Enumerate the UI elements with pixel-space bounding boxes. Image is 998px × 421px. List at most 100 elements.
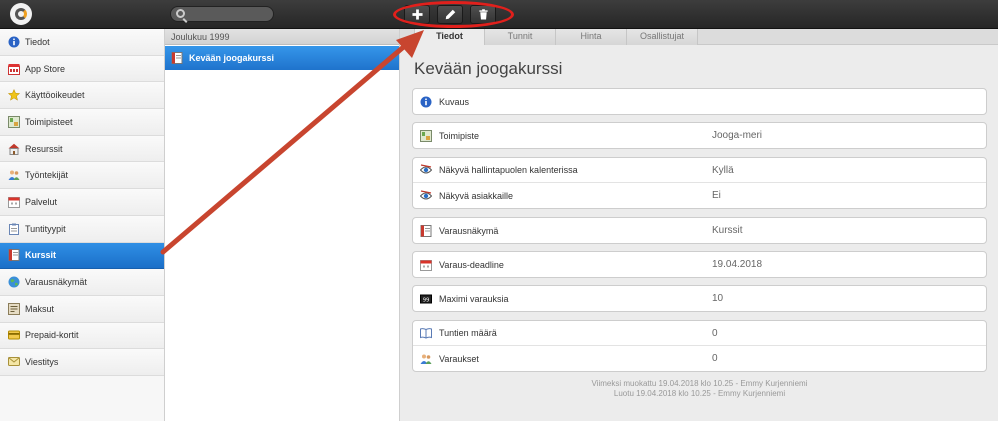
- created-text: Luotu 19.04.2018 klo 10.25 - Emmy Kurjen…: [613, 389, 786, 398]
- people-icon: [420, 353, 432, 365]
- detail-panel: Tiedot Tunnit Hinta Osallistujat Kevään …: [400, 29, 998, 421]
- sidebar-item-app-store[interactable]: App Store: [0, 55, 164, 83]
- detail-row-label: Näkyvä asiakkaille: [439, 190, 514, 201]
- calendar-icon: [8, 196, 20, 208]
- location-icon: [420, 129, 432, 142]
- tab-tiedot[interactable]: Tiedot: [414, 29, 485, 45]
- sidebar-item-label: App Store: [25, 63, 66, 74]
- detail-group: Kuvaus: [412, 88, 987, 115]
- plus-icon: [411, 9, 423, 20]
- detail-group: Tuntien määrä 0 Varaukset 0: [412, 320, 987, 372]
- sidebar-item-label: Työntekijät: [25, 170, 69, 181]
- edit-button[interactable]: [437, 5, 463, 24]
- detail-row-value: Jooga-meri: [712, 130, 763, 141]
- location-icon: [8, 115, 20, 128]
- sidebar-item-label: Tiedot: [25, 36, 50, 47]
- detail-row-label: Näkyvä hallintapuolen kalenterissa: [439, 165, 578, 175]
- sidebar-item-prepaid-kortit[interactable]: Prepaid-kortit: [0, 322, 164, 350]
- tab-bar: Tiedot Tunnit Hinta Osallistujat: [400, 29, 998, 45]
- trash-icon: [478, 9, 488, 20]
- sidebar-item-label: Viestitys: [25, 357, 59, 368]
- detail-row-value: 19.04.2018: [712, 259, 763, 270]
- counter-icon: 99: [420, 293, 432, 305]
- sidebar-item-varausnäkymät[interactable]: Varausnäkymät: [0, 269, 164, 296]
- sidebar-item-käyttöoikeudet[interactable]: Käyttöoikeudet: [0, 82, 164, 110]
- tab-tunnit[interactable]: Tunnit: [485, 29, 556, 45]
- detail-row-value: Kurssit: [712, 225, 743, 236]
- page-title: Kevään joogakurssi: [414, 59, 563, 78]
- sidebar-item-työntekijät[interactable]: Työntekijät: [0, 162, 164, 190]
- sidebar-item-label: Resurssit: [25, 143, 63, 154]
- info-icon: [420, 96, 432, 108]
- list-item-course[interactable]: Kevään joogakurssi: [165, 46, 399, 70]
- calendar-icon: [420, 259, 432, 271]
- detail-row-value: 0: [712, 353, 718, 364]
- detail-row[interactable]: Varausnäkymä Kurssit: [413, 218, 986, 243]
- detail-row[interactable]: Näkyvä hallintapuolen kalenterissa Kyllä: [413, 158, 986, 183]
- detail-group: Varausnäkymä Kurssit: [412, 217, 987, 244]
- detail-group: Näkyvä hallintapuolen kalenterissa Kyllä N…: [412, 157, 987, 209]
- invoice-icon: [8, 302, 20, 315]
- eye-icon: [420, 189, 432, 202]
- detail-row-label: Tuntien määrä: [439, 328, 497, 338]
- sidebar-item-maksut[interactable]: Maksut: [0, 295, 164, 323]
- sidebar-item-resurssit[interactable]: Resurssit: [0, 135, 164, 163]
- globe-icon: [8, 276, 20, 288]
- sidebar-item-palvelut[interactable]: Palvelut: [0, 189, 164, 216]
- star-icon: [8, 89, 20, 101]
- sidebar-item-viestitys[interactable]: Viestitys: [0, 349, 164, 376]
- tab-hinta[interactable]: Hinta: [556, 29, 627, 45]
- sidebar-item-label: Maksut: [25, 303, 55, 314]
- message-icon: [8, 356, 20, 368]
- detail-row-label: Varaus-deadline: [439, 259, 504, 270]
- sidebar-item-label: Kurssit: [25, 250, 57, 261]
- svg-text:99: 99: [423, 297, 430, 303]
- sidebar-item-toimipisteet[interactable]: Toimipisteet: [0, 109, 164, 136]
- book-icon: [8, 249, 20, 262]
- house-icon: [8, 143, 20, 155]
- detail-group: 99 Maximi varauksia 10: [412, 285, 987, 312]
- detail-group: Toimipiste Jooga-meri: [412, 122, 987, 149]
- detail-row[interactable]: Varaus-deadline 19.04.2018: [413, 252, 986, 277]
- sidebar: Tiedot App Store Käyttöoikeudet Toimipistee…: [0, 29, 165, 421]
- sidebar-item-kurssit[interactable]: Kurssit: [0, 242, 164, 270]
- detail-row[interactable]: Varaukset 0: [413, 346, 986, 371]
- sidebar-item-label: Tuntityypit: [25, 223, 66, 234]
- detail-row-label: Maximi varauksia: [439, 293, 509, 304]
- add-button[interactable]: [404, 5, 430, 24]
- clipboard-icon: [8, 223, 20, 235]
- detail-row[interactable]: Toimipiste Jooga-meri: [413, 123, 986, 148]
- audit-footer: Viimeksi muokattu 19.04.2018 klo 10.25 -…: [412, 379, 987, 399]
- sidebar-item-tuntityypit[interactable]: Tuntityypit: [0, 215, 164, 243]
- logo-mark: [15, 8, 27, 20]
- app-logo[interactable]: [10, 3, 32, 25]
- detail-row[interactable]: 99 Maximi varauksia 10: [413, 286, 986, 311]
- tab-osallistujat[interactable]: Osallistujat: [627, 29, 698, 45]
- store-icon: [8, 63, 20, 75]
- sidebar-item-label: Palvelut: [25, 196, 58, 207]
- course-list: Joulukuu 1999 Kevään joogakurssi: [165, 29, 400, 421]
- detail-row[interactable]: Tuntien määrä 0: [413, 321, 986, 346]
- detail-row-label: Varausnäkymä: [439, 225, 499, 236]
- detail-row[interactable]: Kuvaus: [413, 89, 986, 114]
- detail-row-label: Kuvaus: [439, 96, 470, 107]
- list-header: Joulukuu 1999: [165, 29, 399, 45]
- modified-text: Viimeksi muokattu 19.04.2018 klo 10.25 -…: [591, 379, 808, 388]
- detail-row-label: Varaukset: [439, 353, 479, 364]
- top-bar: [0, 0, 998, 29]
- book-icon: [420, 224, 432, 237]
- search-input[interactable]: [170, 6, 274, 22]
- detail-row-label: Toimipiste: [439, 130, 480, 141]
- open-book-icon: [420, 327, 432, 339]
- sidebar-item-tiedot[interactable]: Tiedot: [0, 29, 164, 56]
- detail-row[interactable]: Näkyvä asiakkaille Ei: [413, 183, 986, 208]
- sidebar-item-label: Käyttöoikeudet: [25, 90, 85, 101]
- detail-row-value: Kyllä: [712, 164, 734, 176]
- search-icon: [176, 9, 185, 18]
- detail-row-value: Ei: [712, 190, 721, 201]
- list-item-label: Kevään joogakurssi: [189, 53, 275, 63]
- info-icon: [8, 36, 20, 48]
- eye-icon: [420, 164, 432, 176]
- delete-button[interactable]: [470, 5, 496, 24]
- book-icon: [171, 52, 183, 64]
